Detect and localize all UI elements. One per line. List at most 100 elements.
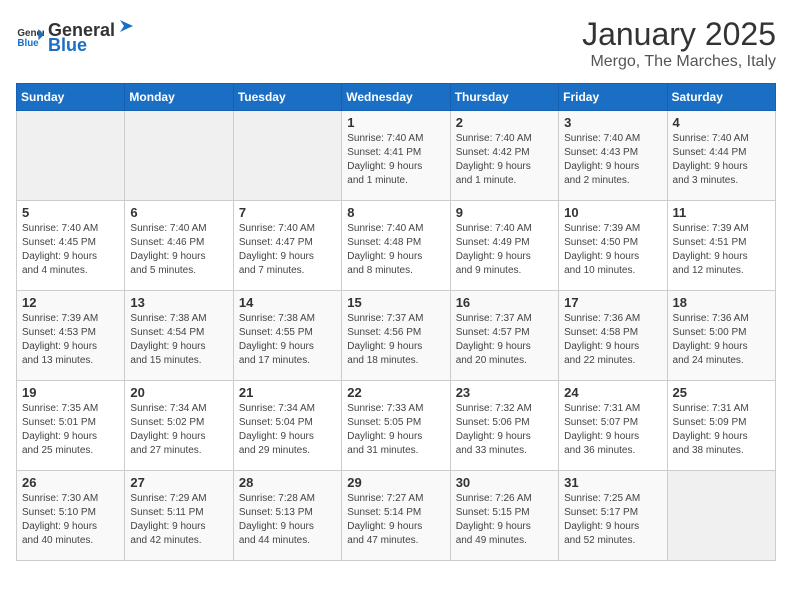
calendar-day-cell: 19 Sunrise: 7:35 AM Sunset: 5:01 PM Dayli…	[17, 381, 125, 471]
calendar-day-cell: 20 Sunrise: 7:34 AM Sunset: 5:02 PM Dayli…	[125, 381, 233, 471]
day-info: Sunrise: 7:25 AM Sunset: 5:17 PM Dayligh…	[564, 492, 661, 548]
day-number: 23	[456, 385, 553, 400]
day-info: Sunrise: 7:40 AM Sunset: 4:45 PM Dayligh…	[22, 222, 119, 278]
day-number: 24	[564, 385, 661, 400]
calendar-day-cell: 5Sunrise: 7:40 AM Sunset: 4:45 PM Daylig…	[17, 201, 125, 291]
day-number: 27	[130, 475, 227, 490]
day-number: 28	[239, 475, 336, 490]
day-info: Sunrise: 7:39 AM Sunset: 4:51 PM Dayligh…	[673, 222, 770, 278]
calendar-day-cell	[125, 111, 233, 201]
calendar-day-cell: 17 Sunrise: 7:36 AM Sunset: 4:58 PM Dayli…	[559, 291, 667, 381]
weekday-header-monday: Monday	[125, 84, 233, 111]
calendar-week-row: 12Sunrise: 7:39 AM Sunset: 4:53 PM Dayli…	[17, 291, 776, 381]
calendar-day-cell: 9 Sunrise: 7:40 AM Sunset: 4:49 PM Daylig…	[450, 201, 558, 291]
day-info: Sunrise: 7:40 AM Sunset: 4:41 PM Dayligh…	[347, 132, 444, 188]
day-info: Sunrise: 7:38 AM Sunset: 4:55 PM Dayligh…	[239, 312, 336, 368]
day-number: 3	[564, 115, 661, 130]
day-number: 16	[456, 295, 553, 310]
logo-icon: General Blue	[16, 22, 44, 50]
calendar-header-row: SundayMondayTuesdayWednesdayThursdayFrid…	[17, 84, 776, 111]
calendar-day-cell: 1Sunrise: 7:40 AM Sunset: 4:41 PM Daylig…	[342, 111, 450, 201]
day-number: 22	[347, 385, 444, 400]
calendar-day-cell: 27Sunrise: 7:29 AM Sunset: 5:11 PM Dayli…	[125, 471, 233, 561]
calendar-day-cell	[667, 471, 775, 561]
logo: General Blue General Blue	[16, 16, 135, 56]
day-info: Sunrise: 7:34 AM Sunset: 5:04 PM Dayligh…	[239, 402, 336, 458]
weekday-header-thursday: Thursday	[450, 84, 558, 111]
calendar-day-cell: 4Sunrise: 7:40 AM Sunset: 4:44 PM Daylig…	[667, 111, 775, 201]
day-info: Sunrise: 7:31 AM Sunset: 5:07 PM Dayligh…	[564, 402, 661, 458]
day-number: 31	[564, 475, 661, 490]
calendar-day-cell	[17, 111, 125, 201]
day-number: 7	[239, 205, 336, 220]
calendar-week-row: 26 Sunrise: 7:30 AM Sunset: 5:10 PM Dayli…	[17, 471, 776, 561]
day-info: Sunrise: 7:37 AM Sunset: 4:57 PM Dayligh…	[456, 312, 553, 368]
day-info: Sunrise: 7:31 AM Sunset: 5:09 PM Dayligh…	[673, 402, 770, 458]
day-number: 11	[673, 205, 770, 220]
calendar-day-cell: 26 Sunrise: 7:30 AM Sunset: 5:10 PM Dayli…	[17, 471, 125, 561]
day-number: 13	[130, 295, 227, 310]
day-number: 29	[347, 475, 444, 490]
day-number: 17	[564, 295, 661, 310]
day-info: Sunrise: 7:40 AM Sunset: 4:47 PM Dayligh…	[239, 222, 336, 278]
calendar-day-cell: 18 Sunrise: 7:36 AM Sunset: 5:00 PM Dayli…	[667, 291, 775, 381]
svg-text:Blue: Blue	[17, 38, 39, 49]
calendar-day-cell: 10 Sunrise: 7:39 AM Sunset: 4:50 PM Dayli…	[559, 201, 667, 291]
day-info: Sunrise: 7:28 AM Sunset: 5:13 PM Dayligh…	[239, 492, 336, 548]
calendar-week-row: 5Sunrise: 7:40 AM Sunset: 4:45 PM Daylig…	[17, 201, 776, 291]
calendar-day-cell: 2 Sunrise: 7:40 AM Sunset: 4:42 PM Daylig…	[450, 111, 558, 201]
day-number: 25	[673, 385, 770, 400]
day-number: 30	[456, 475, 553, 490]
calendar-day-cell: 16 Sunrise: 7:37 AM Sunset: 4:57 PM Dayli…	[450, 291, 558, 381]
calendar-day-cell: 7 Sunrise: 7:40 AM Sunset: 4:47 PM Daylig…	[233, 201, 341, 291]
day-info: Sunrise: 7:40 AM Sunset: 4:44 PM Dayligh…	[673, 132, 770, 188]
calendar-day-cell: 15Sunrise: 7:37 AM Sunset: 4:56 PM Dayli…	[342, 291, 450, 381]
calendar-day-cell: 23 Sunrise: 7:32 AM Sunset: 5:06 PM Dayli…	[450, 381, 558, 471]
day-info: Sunrise: 7:40 AM Sunset: 4:46 PM Dayligh…	[130, 222, 227, 278]
day-info: Sunrise: 7:40 AM Sunset: 4:49 PM Dayligh…	[456, 222, 553, 278]
calendar-day-cell	[233, 111, 341, 201]
day-number: 9	[456, 205, 553, 220]
day-info: Sunrise: 7:36 AM Sunset: 5:00 PM Dayligh…	[673, 312, 770, 368]
month-title: January 2025	[582, 16, 776, 53]
day-info: Sunrise: 7:40 AM Sunset: 4:48 PM Dayligh…	[347, 222, 444, 278]
calendar-day-cell: 13 Sunrise: 7:38 AM Sunset: 4:54 PM Dayli…	[125, 291, 233, 381]
weekday-header-saturday: Saturday	[667, 84, 775, 111]
day-number: 18	[673, 295, 770, 310]
day-number: 20	[130, 385, 227, 400]
day-info: Sunrise: 7:36 AM Sunset: 4:58 PM Dayligh…	[564, 312, 661, 368]
day-number: 10	[564, 205, 661, 220]
day-info: Sunrise: 7:26 AM Sunset: 5:15 PM Dayligh…	[456, 492, 553, 548]
day-info: Sunrise: 7:40 AM Sunset: 4:43 PM Dayligh…	[564, 132, 661, 188]
day-info: Sunrise: 7:38 AM Sunset: 4:54 PM Dayligh…	[130, 312, 227, 368]
day-number: 21	[239, 385, 336, 400]
day-info: Sunrise: 7:32 AM Sunset: 5:06 PM Dayligh…	[456, 402, 553, 458]
day-number: 12	[22, 295, 119, 310]
calendar-day-cell: 22Sunrise: 7:33 AM Sunset: 5:05 PM Dayli…	[342, 381, 450, 471]
day-info: Sunrise: 7:34 AM Sunset: 5:02 PM Dayligh…	[130, 402, 227, 458]
day-number: 26	[22, 475, 119, 490]
weekday-header-tuesday: Tuesday	[233, 84, 341, 111]
day-info: Sunrise: 7:35 AM Sunset: 5:01 PM Dayligh…	[22, 402, 119, 458]
day-info: Sunrise: 7:30 AM Sunset: 5:10 PM Dayligh…	[22, 492, 119, 548]
day-info: Sunrise: 7:40 AM Sunset: 4:42 PM Dayligh…	[456, 132, 553, 188]
day-info: Sunrise: 7:39 AM Sunset: 4:50 PM Dayligh…	[564, 222, 661, 278]
calendar-day-cell: 3 Sunrise: 7:40 AM Sunset: 4:43 PM Daylig…	[559, 111, 667, 201]
day-number: 8	[347, 205, 444, 220]
calendar-day-cell: 24 Sunrise: 7:31 AM Sunset: 5:07 PM Dayli…	[559, 381, 667, 471]
calendar-table: SundayMondayTuesdayWednesdayThursdayFrid…	[16, 83, 776, 561]
day-number: 19	[22, 385, 119, 400]
title-block: January 2025 Mergo, The Marches, Italy	[582, 16, 776, 71]
logo-arrow-icon	[115, 16, 135, 36]
day-number: 14	[239, 295, 336, 310]
calendar-week-row: 1Sunrise: 7:40 AM Sunset: 4:41 PM Daylig…	[17, 111, 776, 201]
calendar-day-cell: 12Sunrise: 7:39 AM Sunset: 4:53 PM Dayli…	[17, 291, 125, 381]
calendar-day-cell: 25 Sunrise: 7:31 AM Sunset: 5:09 PM Dayli…	[667, 381, 775, 471]
weekday-header-wednesday: Wednesday	[342, 84, 450, 111]
calendar-day-cell: 14 Sunrise: 7:38 AM Sunset: 4:55 PM Dayli…	[233, 291, 341, 381]
day-number: 6	[130, 205, 227, 220]
weekday-header-sunday: Sunday	[17, 84, 125, 111]
day-number: 2	[456, 115, 553, 130]
calendar-day-cell: 11 Sunrise: 7:39 AM Sunset: 4:51 PM Dayli…	[667, 201, 775, 291]
calendar-day-cell: 21 Sunrise: 7:34 AM Sunset: 5:04 PM Dayli…	[233, 381, 341, 471]
